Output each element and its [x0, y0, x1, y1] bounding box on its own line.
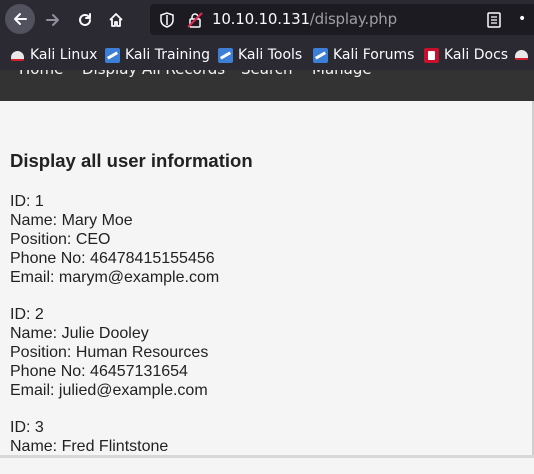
kali-training-icon [105, 47, 120, 63]
record-email: Email: marym@example.com [10, 269, 220, 286]
kali-forums-icon [313, 47, 328, 63]
bookmark-overflow[interactable] [514, 47, 534, 62]
url-host: 10.10.10.131 [212, 10, 310, 28]
bookmarks-toolbar: Kali Linux Kali Training Kali Tools Kali… [0, 40, 534, 70]
url-path: /display.php [309, 10, 397, 28]
bookmark-label: Kali Training [125, 47, 210, 63]
record-phone: Phone No: 46457131654 [10, 363, 188, 380]
bookmark-label: Kali Forums [333, 47, 415, 63]
record-id: ID: 1 [10, 193, 44, 210]
tracking-protection-shield-icon[interactable] [160, 12, 174, 28]
record-name: Name: Mary Moe [10, 212, 133, 229]
user-record: ID: 3 Name: Fred Flintstone [10, 418, 525, 456]
record-email: Email: julied@example.com [10, 382, 208, 399]
forward-arrow-icon [46, 14, 59, 26]
record-position: Position: Human Resources [10, 344, 209, 361]
bookmark-label: Kali Tools [238, 47, 303, 63]
page-content: Display all user information ID: 1 Name:… [10, 150, 525, 474]
reader-view-icon[interactable] [487, 12, 501, 28]
user-record: ID: 1 Name: Mary Moe Position: CEO Phone… [10, 192, 525, 287]
kali-dragon-icon [514, 47, 529, 62]
record-position: Position: CEO [10, 231, 111, 248]
kali-docs-icon [424, 47, 439, 63]
browser-chrome: 10.10.10.131/display.php • Kali Linux Ka… [0, 0, 534, 70]
bookmark-kali-linux[interactable]: Kali Linux [10, 47, 97, 63]
back-button[interactable] [5, 4, 35, 34]
site-navigation-bar: Home Display All Records Search Manage [0, 70, 534, 101]
browser-toolbar: 10.10.10.131/display.php • [0, 0, 534, 40]
bookmark-kali-forums[interactable]: Kali Forums [313, 47, 414, 63]
record-name: Name: Fred Flintstone [10, 438, 169, 455]
page-actions-menu-icon[interactable]: • [518, 11, 526, 27]
record-id: ID: 2 [10, 306, 44, 323]
reload-button[interactable] [70, 5, 100, 35]
back-arrow-icon [14, 13, 27, 25]
record-phone: Phone No: 46478415155456 [10, 250, 215, 267]
bookmark-label: Kali Docs [444, 47, 509, 63]
url-bar[interactable]: 10.10.10.131/display.php • [150, 4, 534, 35]
nav-link-display-all-records[interactable]: Display All Records [82, 70, 225, 78]
bookmark-kali-tools[interactable]: Kali Tools [218, 47, 302, 63]
user-record: ID: 2 Name: Julie Dooley Position: Human… [10, 305, 525, 400]
nav-link-manage[interactable]: Manage [312, 70, 372, 78]
insecure-connection-lock-icon[interactable] [187, 12, 203, 28]
bookmark-kali-training[interactable]: Kali Training [105, 47, 210, 63]
forward-button[interactable] [38, 5, 68, 35]
home-button[interactable] [101, 5, 131, 35]
kali-dragon-icon [10, 47, 25, 63]
record-name: Name: Julie Dooley [10, 325, 149, 342]
page-heading: Display all user information [10, 150, 253, 171]
home-icon [109, 13, 123, 27]
bookmark-kali-docs[interactable]: Kali Docs [424, 47, 508, 63]
reload-icon [79, 13, 91, 26]
nav-link-home[interactable]: Home [19, 70, 63, 78]
nav-link-search[interactable]: Search [241, 70, 293, 78]
bookmark-label: Kali Linux [30, 47, 98, 63]
record-id: ID: 3 [10, 419, 44, 436]
kali-tools-icon [218, 47, 233, 63]
url-text[interactable]: 10.10.10.131/display.php [212, 10, 397, 28]
